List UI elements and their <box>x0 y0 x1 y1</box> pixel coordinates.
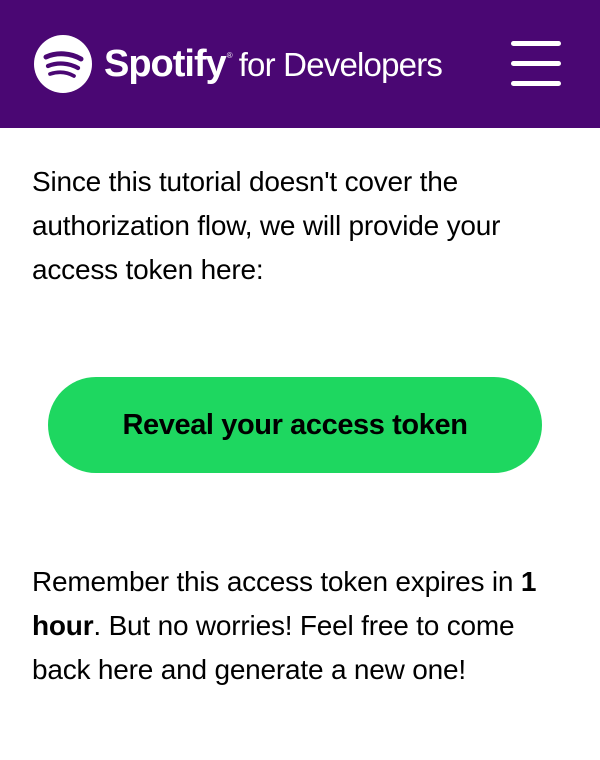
brand-subtitle: for Developers <box>238 45 443 83</box>
hamburger-menu-icon-line <box>511 61 561 66</box>
brand-logo-link[interactable]: Spotify ® for Developers <box>34 34 443 94</box>
registered-mark: ® <box>226 50 233 60</box>
reveal-access-token-label: Reveal your access token <box>122 408 468 441</box>
brand-name: Spotify <box>104 42 227 85</box>
reminder-prefix: Remember this access token expires in <box>32 566 521 597</box>
site-header: Spotify ® for Developers <box>0 0 600 128</box>
hamburger-menu-icon-line <box>511 41 561 46</box>
expiration-reminder: Remember this access token expires in 1 … <box>32 560 572 692</box>
hamburger-menu-icon-line <box>511 81 561 86</box>
brand-text: Spotify ® for Developers <box>104 42 443 86</box>
reminder-suffix: . But no worries! Feel free to come back… <box>32 610 515 685</box>
hamburger-menu-button[interactable] <box>511 41 561 87</box>
reveal-access-token-button[interactable]: Reveal your access token <box>48 377 542 473</box>
spotify-logo-icon <box>34 35 92 93</box>
intro-text: Since this tutorial doesn't cover the au… <box>32 166 501 285</box>
